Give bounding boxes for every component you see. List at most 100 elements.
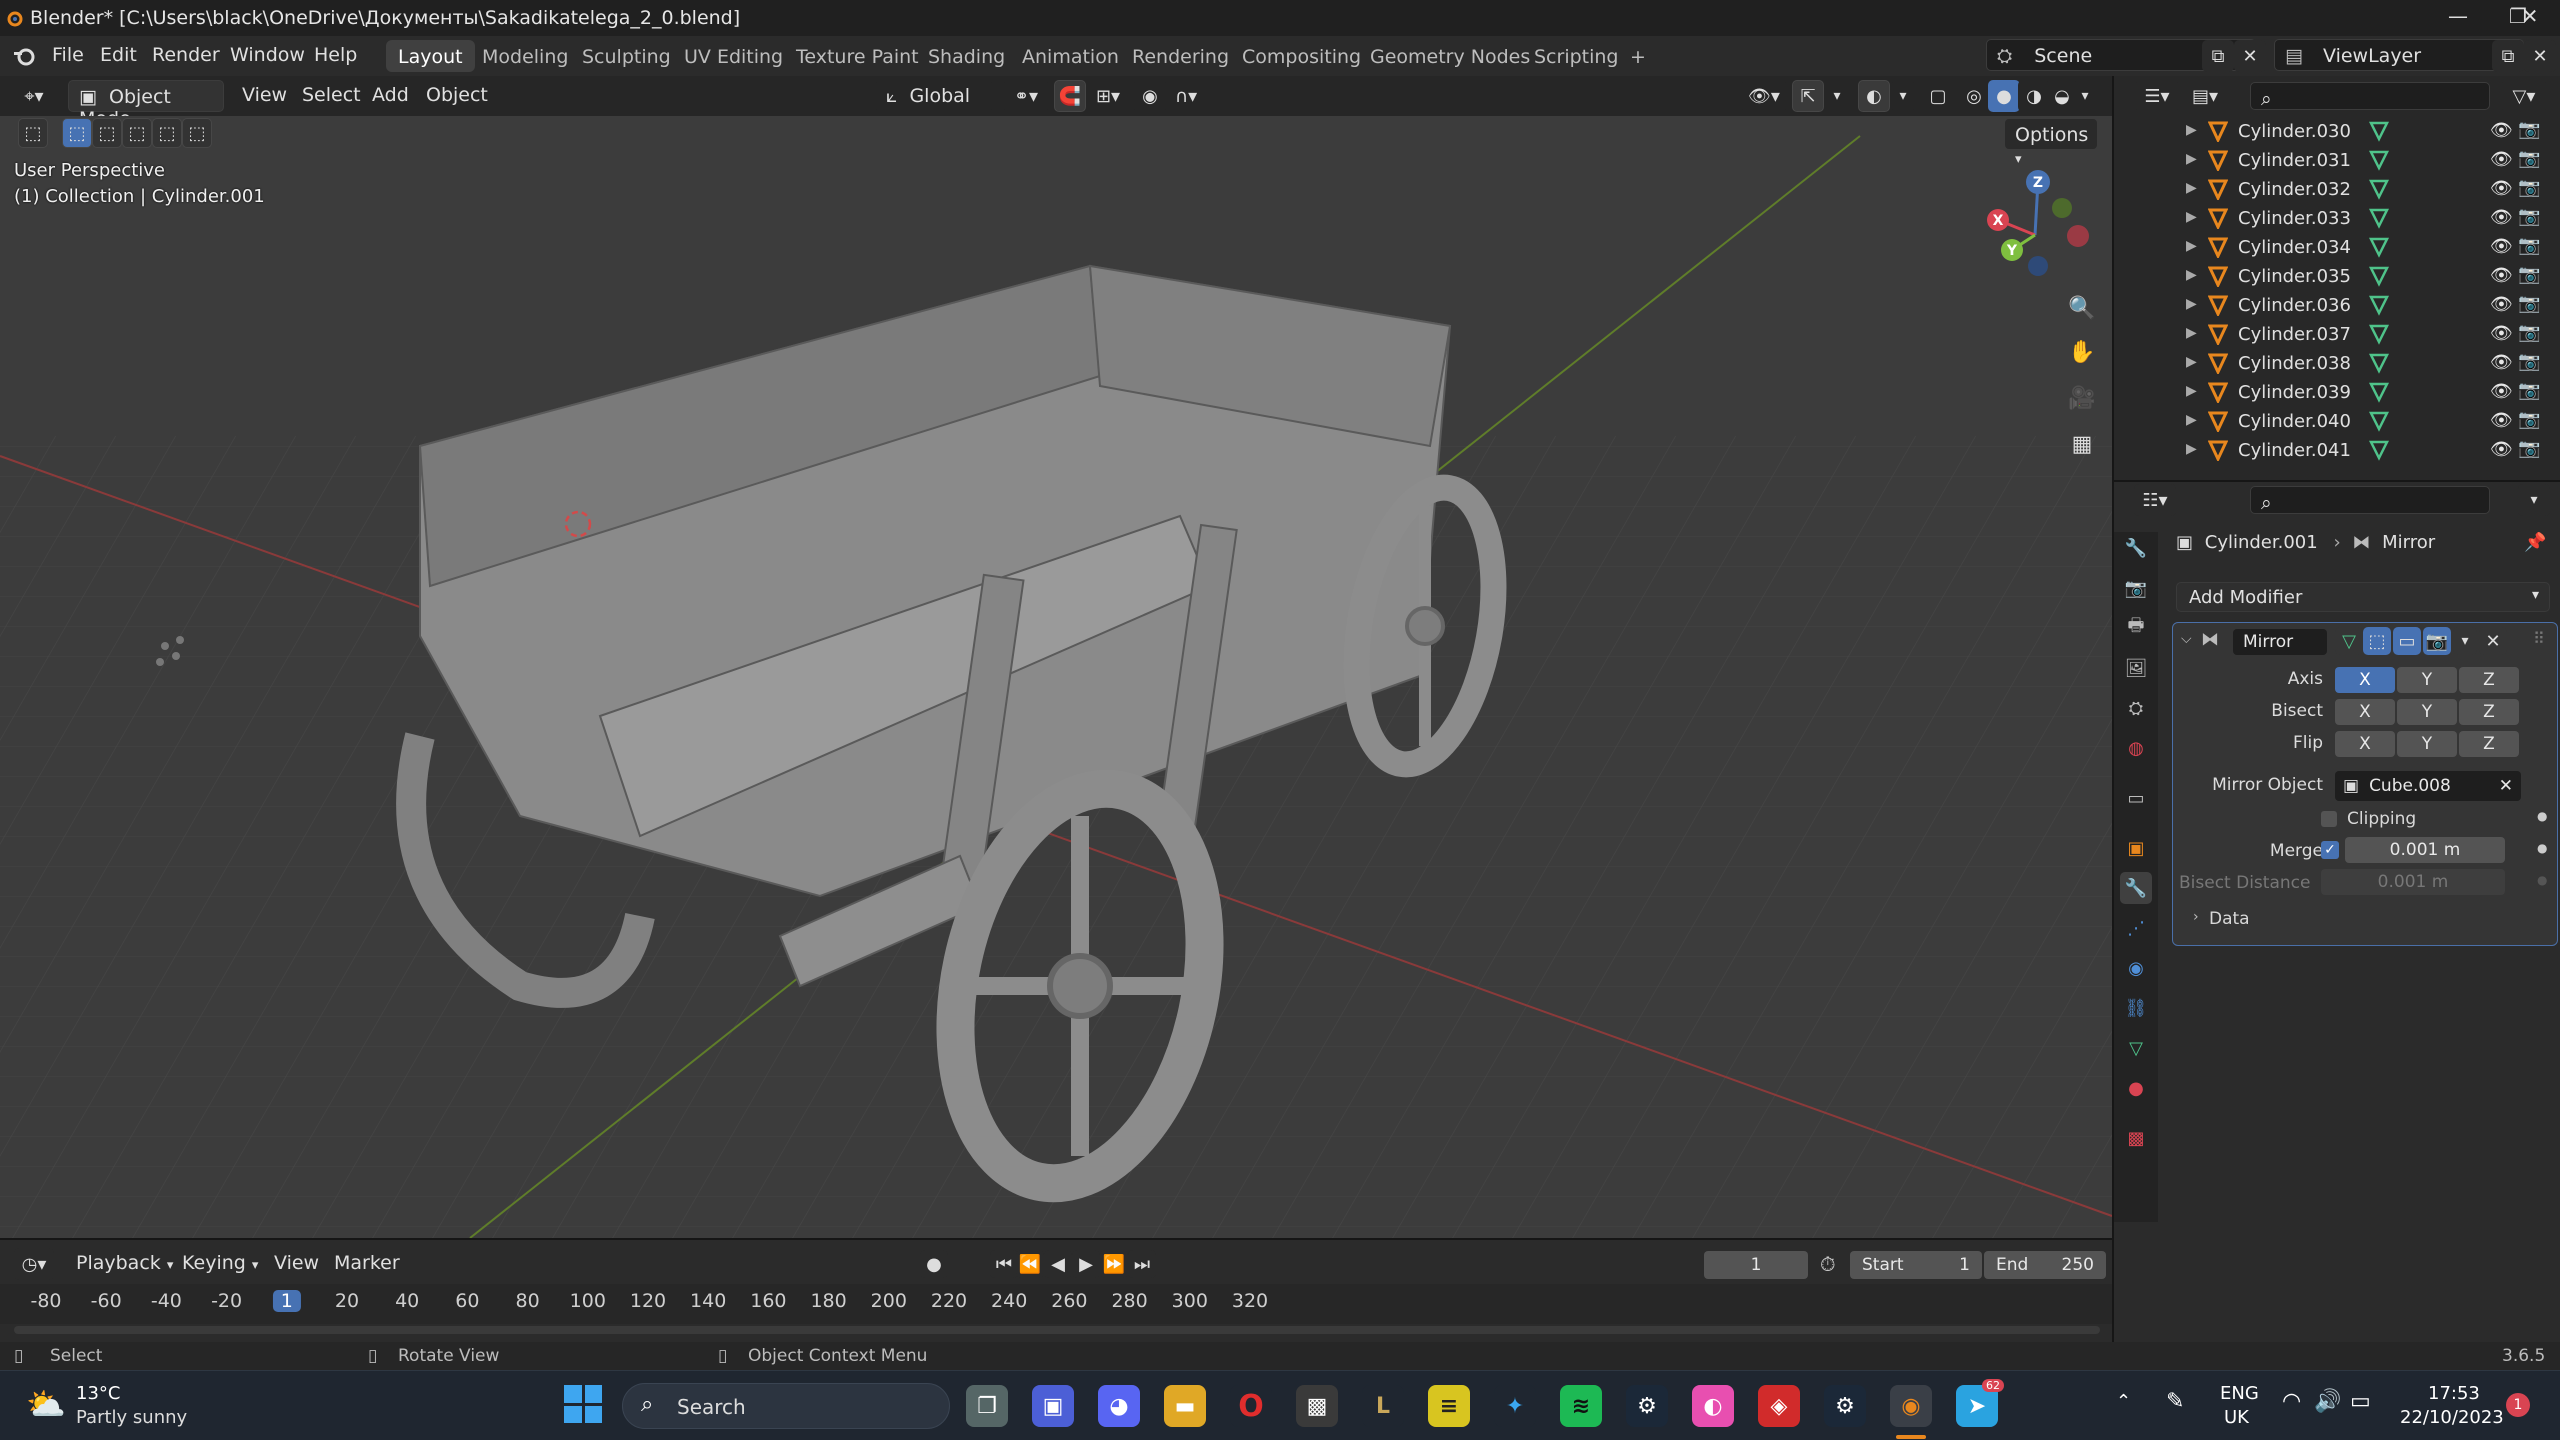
new-view-layer-icon[interactable]: ⧉ — [2492, 40, 2524, 72]
display-mode-icon[interactable]: ▤▾ — [2184, 80, 2226, 112]
texture-tab-icon[interactable]: ▩ — [2120, 1122, 2152, 1154]
camera-icon[interactable]: 📷 — [2518, 206, 2540, 227]
eye-icon[interactable]: 👁 — [2490, 236, 2513, 257]
properties-editor-icon[interactable]: ☷▾ — [2134, 484, 2176, 516]
keyframe-dot-icon[interactable]: ● — [2537, 809, 2547, 823]
play-icon[interactable]: ▶ — [1072, 1250, 1100, 1278]
tab-rendering[interactable]: Rendering — [1120, 40, 1241, 72]
scene-tab-icon[interactable]: ⛭ — [2120, 692, 2152, 724]
discord-icon[interactable]: ◕ — [1098, 1385, 1140, 1427]
wifi-icon[interactable]: ◠ — [2282, 1389, 2301, 1414]
editor-type-icon[interactable]: ⌖▾ — [14, 80, 54, 112]
play-reverse-icon[interactable]: ◀ — [1044, 1250, 1072, 1278]
tab-compositing[interactable]: Compositing — [1230, 40, 1373, 72]
edit-mode-toggle-icon[interactable]: ▽ — [2335, 627, 2363, 655]
expand-chevron-icon[interactable]: ▶ — [2186, 122, 2197, 138]
outliner-search-input[interactable]: ⌕ — [2250, 82, 2490, 110]
proportional-edit-icon[interactable]: ◉ — [1134, 80, 1166, 112]
mirror-object-field[interactable]: ▣ Cube.008 ✕ — [2335, 771, 2521, 801]
color-app-icon[interactable]: ◐ — [1692, 1385, 1734, 1427]
modifier-tab-icon[interactable]: 🔧 — [2120, 872, 2152, 904]
expand-chevron-icon[interactable]: ▶ — [2186, 151, 2197, 167]
expand-chevron-icon[interactable]: ▶ — [2186, 180, 2197, 196]
league-icon[interactable]: L — [1362, 1385, 1404, 1427]
material-tab-icon[interactable]: ● — [2120, 1072, 2152, 1104]
outliner-row[interactable]: ▶ Cylinder.037 👁 📷 — [2114, 321, 2560, 350]
mesh-data-icon[interactable] — [2368, 294, 2390, 316]
solid-shading-icon[interactable]: ● — [1988, 80, 2020, 112]
outliner-row[interactable]: ▶ Cylinder.038 👁 📷 — [2114, 350, 2560, 379]
timeline-editor-icon[interactable]: ◷▾ — [14, 1248, 54, 1280]
chevron-down-icon[interactable]: ▾ — [1892, 80, 1914, 112]
merge-distance-field[interactable]: 0.001 m — [2345, 837, 2505, 863]
eye-icon[interactable]: 👁 — [2490, 439, 2513, 460]
mesh-data-icon[interactable] — [2368, 265, 2390, 287]
outliner-row[interactable]: ▶ Cylinder.032 👁 📷 — [2114, 176, 2560, 205]
overlays-icon[interactable]: ◐ — [1858, 80, 1890, 112]
chevron-right-icon[interactable]: › — [2193, 909, 2199, 925]
weather-icon[interactable]: ⛅ — [26, 1385, 66, 1423]
tab-sculpting[interactable]: Sculpting — [570, 40, 683, 72]
tab-shading[interactable]: Shading — [916, 40, 1017, 72]
expand-chevron-icon[interactable]: ▶ — [2186, 383, 2197, 399]
expand-chevron-icon[interactable]: ▶ — [2186, 441, 2197, 457]
output-tab-icon[interactable]: 🖶 — [2120, 612, 2152, 644]
navigation-gizmo[interactable]: Z X Y — [1970, 160, 2100, 290]
clock-time[interactable]: 17:53 — [2428, 1383, 2480, 1404]
outliner-row[interactable]: ▶ Cylinder.041 👁 📷 — [2114, 437, 2560, 466]
select-invert-icon[interactable]: ⬚ — [152, 118, 182, 148]
game-app-icon[interactable]: ◈ — [1758, 1385, 1800, 1427]
modifier-name-input[interactable]: Mirror — [2233, 629, 2327, 655]
clipping-checkbox[interactable] — [2321, 811, 2337, 827]
notification-badge[interactable]: 1 — [2506, 1393, 2530, 1417]
axis-z-toggle[interactable]: Z — [2459, 667, 2519, 693]
pen-icon[interactable]: ✎ — [2166, 1389, 2184, 1414]
menu-help[interactable]: Help — [314, 44, 357, 66]
eye-icon[interactable]: 👁 — [2490, 323, 2513, 344]
mesh-data-icon[interactable] — [2368, 149, 2390, 171]
next-keyframe-icon[interactable]: ⏩ — [1100, 1250, 1128, 1278]
eye-icon[interactable]: 👁 — [2490, 352, 2513, 373]
outliner-row[interactable]: ▶ Cylinder.030 👁 📷 — [2114, 118, 2560, 147]
menu-add[interactable]: Add — [372, 84, 409, 106]
select-intersect-icon[interactable]: ⬚ — [182, 118, 212, 148]
expand-chevron-icon[interactable]: ▶ — [2186, 238, 2197, 254]
mesh-data-icon[interactable] — [2368, 120, 2390, 142]
falloff-icon[interactable]: ∩▾ — [1166, 80, 1206, 112]
bisect-y-toggle[interactable]: Y — [2397, 699, 2457, 725]
snap-icon[interactable]: 🧲 — [1054, 80, 1086, 112]
perspective-toggle-icon[interactable]: ▦ — [2064, 426, 2100, 462]
chevron-down-icon[interactable]: ▾ — [1826, 80, 1848, 112]
clear-icon[interactable]: ✕ — [2499, 776, 2513, 796]
object-tab-icon[interactable]: ▣ — [2120, 832, 2152, 864]
collection-tab-icon[interactable]: ▭ — [2120, 782, 2152, 814]
prev-keyframe-icon[interactable]: ⏪ — [1016, 1250, 1044, 1278]
eye-icon[interactable]: 👁 — [2490, 410, 2513, 431]
new-scene-icon[interactable]: ⧉ — [2202, 40, 2234, 72]
camera-icon[interactable]: 📷 — [2518, 148, 2540, 169]
viewport-scene[interactable] — [0, 116, 2112, 1238]
outliner-row[interactable]: ▶ Cylinder.040 👁 📷 — [2114, 408, 2560, 437]
axis-y-toggle[interactable]: Y — [2397, 667, 2457, 693]
expand-chevron-icon[interactable]: ▶ — [2186, 296, 2197, 312]
collapse-chevron-icon[interactable]: ⌵ — [2181, 631, 2192, 647]
menu-render[interactable]: Render — [152, 44, 220, 66]
volume-icon[interactable]: 🔊 — [2314, 1389, 2341, 1414]
mesh-data-icon[interactable] — [2368, 323, 2390, 345]
camera-view-icon[interactable]: 🎥 — [2064, 380, 2100, 416]
mesh-data-icon[interactable] — [2368, 381, 2390, 403]
camera-icon[interactable]: 📷 — [2518, 293, 2540, 314]
camera-icon[interactable]: 📷 — [2518, 380, 2540, 401]
tab-animation[interactable]: Animation — [1010, 40, 1131, 72]
outliner-row[interactable]: ▶ Cylinder.034 👁 📷 — [2114, 234, 2560, 263]
pin-icon[interactable]: 📌 — [2524, 532, 2546, 553]
camera-icon[interactable]: 📷 — [2518, 438, 2540, 459]
eye-icon[interactable]: 👁 — [2490, 265, 2513, 286]
tab-geometry-nodes[interactable]: Geometry Nodes — [1358, 40, 1542, 72]
merge-checkbox[interactable]: ✓ — [2321, 841, 2339, 859]
tool-tab-icon[interactable]: 🔧 — [2120, 532, 2152, 564]
realtime-toggle-icon[interactable]: ▭ — [2393, 627, 2421, 655]
snap-target-icon[interactable]: ⊞▾ — [1088, 80, 1128, 112]
menu-window[interactable]: Window — [230, 44, 305, 66]
render-toggle-icon[interactable]: 📷 — [2423, 627, 2451, 655]
